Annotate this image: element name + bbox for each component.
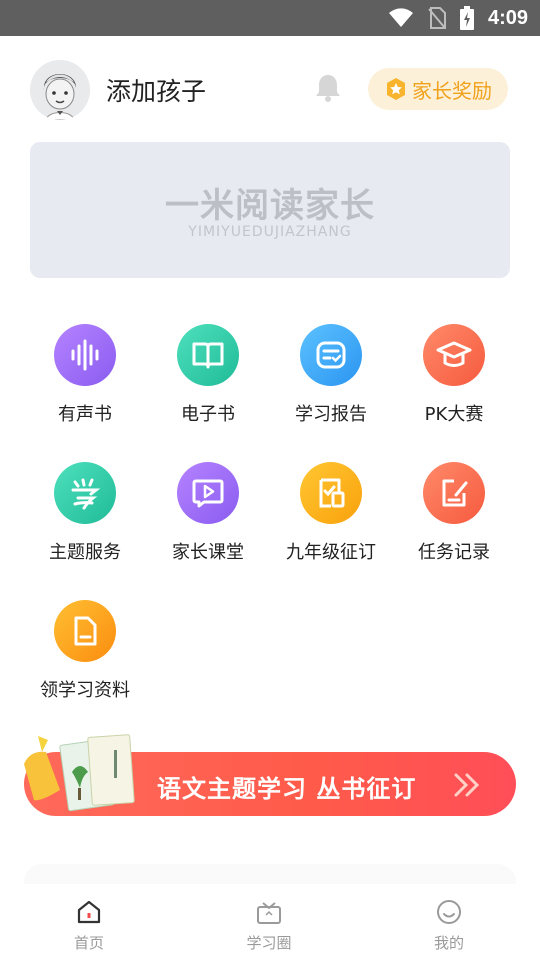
grid-item-grade9-order[interactable]: 九年级征订 <box>269 462 393 572</box>
grid-item-parent-class[interactable]: 家长课堂 <box>146 462 270 572</box>
add-child-label[interactable]: 添加孩子 <box>106 72 206 108</box>
banner-subtitle: YIMIYUEDUJIAZHANG <box>188 224 352 240</box>
video-play-icon <box>177 462 239 524</box>
status-bar: 4:09 <box>0 0 540 36</box>
home-icon <box>77 900 101 924</box>
banner[interactable]: 一米阅读家长 YIMIYUEDUJIAZHANG <box>30 142 510 278</box>
grid-label: 任务记录 <box>418 542 490 563</box>
order-check-icon <box>300 462 362 524</box>
grid-item-audiobook[interactable]: 有声书 <box>23 324 147 434</box>
grid-label: 有声书 <box>58 404 112 425</box>
reward-label: 家长奖励 <box>412 78 492 103</box>
status-icons: 4:09 <box>388 0 528 36</box>
parent-reward-button[interactable]: 家长奖励 <box>368 68 508 110</box>
grid-label: 学习报告 <box>295 404 367 425</box>
folder-icon <box>54 600 116 662</box>
tab-study-circle[interactable]: 学习圈 <box>209 884 329 960</box>
report-icon <box>300 324 362 386</box>
avatar[interactable] <box>30 60 90 120</box>
double-chevron-right-icon[interactable] <box>452 772 482 798</box>
grid-item-study-materials[interactable]: 领学习资料 <box>23 600 147 710</box>
tab-label: 学习圈 <box>246 934 292 952</box>
wifi-icon <box>388 8 413 27</box>
child-avatar-icon <box>30 60 90 120</box>
grid-item-pk-contest[interactable]: PK大赛 <box>392 324 516 434</box>
grid-label: PK大赛 <box>424 404 484 425</box>
grid-item-study-report[interactable]: 学习报告 <box>269 324 393 434</box>
grid-item-theme-service[interactable]: 主题服务 <box>23 462 147 572</box>
study-circle-icon <box>257 902 281 924</box>
tab-label: 首页 <box>73 934 104 952</box>
no-sim-icon <box>428 7 446 29</box>
audio-wave-icon <box>54 324 116 386</box>
status-time: 4:09 <box>487 6 528 29</box>
grid-item-ebook[interactable]: 电子书 <box>146 324 270 434</box>
grid-label: 九年级征订 <box>286 542 376 563</box>
tab-label: 我的 <box>433 934 464 952</box>
grid-label: 家长课堂 <box>172 542 244 563</box>
grid-item-task-record[interactable]: 任务记录 <box>392 462 516 572</box>
task-edit-icon <box>423 462 485 524</box>
reward-badge-icon <box>387 78 405 100</box>
bell-icon[interactable] <box>312 72 344 104</box>
profile-smile-icon <box>437 900 461 924</box>
grid-label: 主题服务 <box>49 542 121 563</box>
bottom-tab-bar: 首页 学习圈 我的 <box>0 884 540 960</box>
graduation-cap-icon <box>423 324 485 386</box>
open-book-icon <box>177 324 239 386</box>
header: 添加孩子 家长奖励 <box>0 36 540 142</box>
study-character-icon <box>54 462 116 524</box>
promo-text: 语文主题学习 丛书征订 <box>157 775 417 803</box>
grid-label: 电子书 <box>181 404 235 425</box>
battery-charging-icon <box>459 6 474 30</box>
books-illustration-icon <box>24 734 135 812</box>
tab-home[interactable]: 首页 <box>29 884 149 960</box>
grid-label: 领学习资料 <box>40 680 130 701</box>
banner-logo: 一米阅读家长 <box>165 186 375 226</box>
tab-mine[interactable]: 我的 <box>389 884 509 960</box>
